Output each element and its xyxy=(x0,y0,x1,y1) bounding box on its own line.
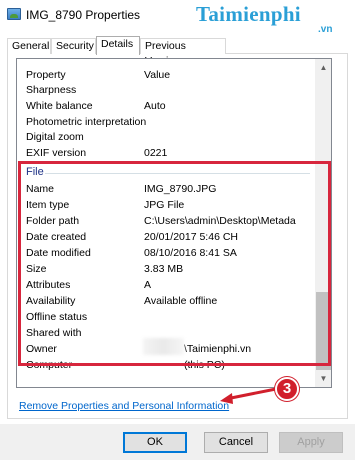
scroll-up-icon[interactable]: ▲ xyxy=(315,59,331,76)
list-item[interactable]: Size 3.83 MB xyxy=(17,262,313,277)
property-value: IMG_8790.JPG xyxy=(144,183,217,195)
redacted-owner xyxy=(143,338,184,355)
cancel-button[interactable]: Cancel xyxy=(204,432,268,453)
property-name: White balance xyxy=(26,100,93,112)
list-item[interactable]: Name IMG_8790.JPG xyxy=(17,182,313,197)
property-value: (this PC) xyxy=(184,359,225,371)
property-name: Digital zoom xyxy=(26,131,84,143)
property-value: \Taimienphi.vn xyxy=(184,343,252,355)
property-value: 20/01/2017 5:46 CH xyxy=(144,231,238,243)
property-value: 3.83 MB xyxy=(144,263,184,275)
property-value: C:\Users\admin\Desktop\Metada xyxy=(144,215,296,227)
column-header-property[interactable]: Property xyxy=(26,68,66,83)
list-item[interactable]: Date created 20/01/2017 5:46 CH xyxy=(17,230,313,245)
list-header: Property Value xyxy=(17,68,313,83)
property-name: Availability xyxy=(26,295,76,307)
property-value: 0221 xyxy=(144,147,168,159)
property-name: Owner xyxy=(26,343,57,355)
list-item[interactable]: Availability Available offline xyxy=(17,294,313,309)
scroll-down-icon[interactable]: ▼ xyxy=(315,370,331,387)
list-item[interactable]: Photometric interpretation xyxy=(17,115,313,130)
apply-button[interactable]: Apply xyxy=(279,432,343,453)
list-item[interactable]: Offline status xyxy=(17,310,313,325)
property-name: Name xyxy=(26,183,55,195)
property-name: Shared with xyxy=(26,327,82,339)
tab-details[interactable]: Details xyxy=(96,36,140,55)
property-name: Computer xyxy=(26,359,73,371)
property-name: Date created xyxy=(26,231,87,243)
property-name: Offline status xyxy=(26,311,88,323)
tab-security[interactable]: Security xyxy=(51,38,96,54)
property-name: EXIF version xyxy=(26,147,87,159)
tab-general[interactable]: General xyxy=(7,38,51,54)
window-title: IMG_8790 Properties xyxy=(26,8,141,22)
property-name: Item type xyxy=(26,199,70,211)
watermark-logo: Taimienphi xyxy=(196,2,301,26)
title-bar: IMG_8790 Properties Taimienphi .vn xyxy=(0,0,355,35)
list-item[interactable]: White balance Auto xyxy=(17,99,313,114)
property-name: Date modified xyxy=(26,247,91,259)
property-value: A xyxy=(144,279,152,291)
property-name: Photometric interpretation xyxy=(26,116,147,128)
list-item[interactable]: Folder path C:\Users\admin\Desktop\Metad… xyxy=(17,214,313,229)
vertical-scrollbar[interactable]: ▲ ▼ xyxy=(315,59,331,387)
list-item[interactable]: Digital zoom xyxy=(17,130,313,145)
property-value: Available offline xyxy=(144,295,218,307)
step-number-badge: 3 xyxy=(275,377,299,401)
list-item[interactable]: Computer (this PC) xyxy=(17,358,313,373)
image-file-icon xyxy=(7,8,21,20)
callout-arrow-icon xyxy=(220,387,277,404)
list-item[interactable]: Item type JPG File xyxy=(17,198,313,213)
list-item[interactable]: Sharpness xyxy=(17,83,313,98)
property-name: Attributes xyxy=(26,279,71,291)
tab-previous-versions[interactable]: Previous Versions xyxy=(140,38,226,67)
column-header-value[interactable]: Value xyxy=(144,68,310,83)
remove-properties-link[interactable]: Remove Properties and Personal Informati… xyxy=(19,400,229,412)
watermark-logo-suffix: .vn xyxy=(318,24,333,35)
ok-button[interactable]: OK xyxy=(123,432,187,453)
property-name: Sharpness xyxy=(26,84,77,96)
property-name: Size xyxy=(26,263,47,275)
property-value: JPG File xyxy=(144,199,185,211)
list-item[interactable]: EXIF version 0221 xyxy=(17,146,313,161)
list-item[interactable]: Attributes A xyxy=(17,278,313,293)
section-divider xyxy=(45,173,310,174)
property-value: Auto xyxy=(144,100,166,112)
section-heading-file: File xyxy=(26,166,44,178)
button-bar: OK Cancel Apply xyxy=(0,424,355,460)
property-name: Folder path xyxy=(26,215,80,227)
scroll-thumb[interactable] xyxy=(316,292,331,370)
property-value: 08/10/2016 8:41 SA xyxy=(144,247,237,259)
list-item[interactable]: Date modified 08/10/2016 8:41 SA xyxy=(17,246,313,261)
